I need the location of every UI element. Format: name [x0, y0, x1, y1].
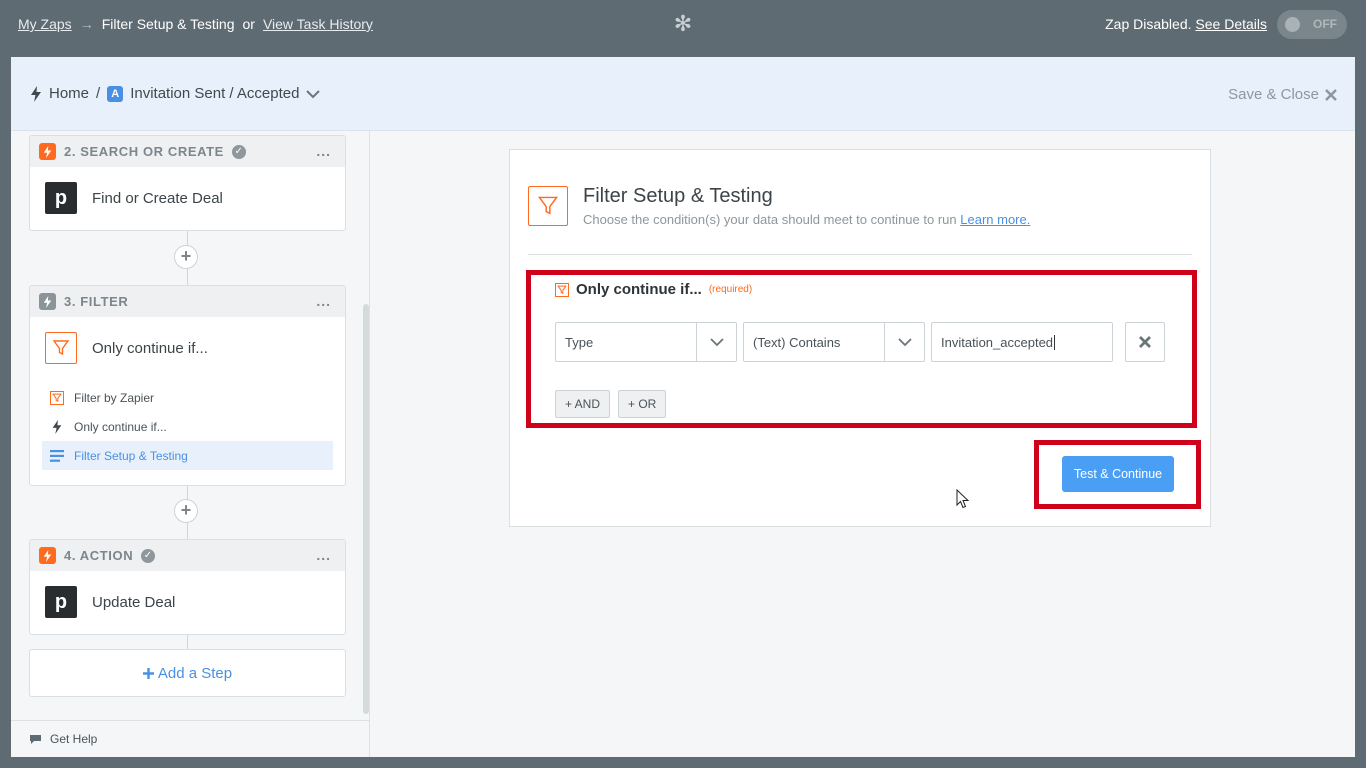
filter-condition-label: Only continue if... (required) [555, 281, 752, 298]
step-label: 4. ACTION [64, 548, 134, 563]
step-header: 4. ACTION ✓ ... [30, 540, 345, 571]
more-options-button[interactable]: ... [316, 547, 331, 563]
filter-funnel-icon [555, 282, 569, 297]
filter-setup-card: Filter Setup & Testing Choose the condit… [509, 149, 1211, 527]
step-label: 2. SEARCH OR CREATE [64, 144, 224, 159]
step-card-filter[interactable]: 3. FILTER ... Only continue if... Filter… [29, 285, 346, 486]
breadcrumb-arrow: → [79, 16, 94, 32]
substep-only-continue-if[interactable]: Only continue if... [42, 412, 333, 441]
get-help-button[interactable]: Get Help [11, 720, 369, 757]
field-select-value: Type [565, 334, 594, 350]
step-label: 3. FILTER [64, 294, 129, 309]
my-zaps-link[interactable]: My Zaps [18, 16, 72, 32]
page-title: Filter Setup & Testing [583, 185, 773, 207]
value-input-text: Invitation_accepted [941, 334, 1054, 350]
task-history-link[interactable]: View Task History [263, 16, 373, 32]
add-step-button[interactable]: Add a Step [29, 649, 346, 697]
add-step-plus-button[interactable]: + [174, 499, 198, 523]
test-continue-button[interactable]: Test & Continue [1062, 456, 1174, 492]
step-title: Find or Create Deal [92, 189, 223, 207]
step-body: p Update Deal [30, 571, 345, 633]
list-lines-icon [50, 449, 64, 462]
zap-name[interactable]: Invitation Sent / Accepted [130, 85, 299, 102]
subtitle-text: Choose the condition(s) your data should… [583, 212, 957, 227]
zap-status: Zap Disabled. See Details [1105, 16, 1267, 32]
bolt-icon [31, 85, 41, 102]
step-body: p Find or Create Deal [30, 167, 345, 229]
save-close-label: Save & Close [1228, 86, 1319, 103]
check-icon: ✓ [141, 548, 156, 563]
step-substeps: Filter by Zapier Only continue if... Fil… [30, 379, 345, 482]
bolt-icon [39, 547, 56, 564]
operator-select[interactable]: (Text) Contains [743, 322, 925, 362]
pipedrive-logo-icon: p [45, 586, 77, 618]
check-icon: ✓ [231, 144, 246, 159]
step-header: 3. FILTER ... [30, 286, 345, 317]
sidebar-scrollbar[interactable] [363, 304, 369, 714]
filter-label-text: Only continue if... [576, 281, 702, 298]
chevron-down-icon [696, 323, 736, 361]
step-card-action[interactable]: 4. ACTION ✓ ... p Update Deal [29, 539, 346, 635]
toggle-label: OFF [1313, 17, 1337, 31]
substep-label: Filter Setup & Testing [74, 448, 188, 463]
chevron-down-icon[interactable] [306, 89, 321, 99]
operator-select-value: (Text) Contains [753, 334, 841, 350]
step-card-search-or-create[interactable]: 2. SEARCH OR CREATE ✓ ... p Find or Crea… [29, 135, 346, 231]
substep-label: Only continue if... [74, 419, 167, 434]
breadcrumb-separator: / [96, 85, 101, 102]
substep-filter-by-zapier[interactable]: Filter by Zapier [42, 383, 333, 412]
mouse-cursor-icon [956, 489, 970, 509]
substep-label: Filter by Zapier [74, 390, 155, 405]
and-button[interactable]: + AND [555, 390, 611, 418]
or-text: or [242, 16, 255, 32]
divider [528, 254, 1192, 255]
add-step-label: Add a Step [157, 664, 233, 682]
bolt-icon [52, 419, 62, 434]
zap-status-text: Zap Disabled. [1105, 16, 1192, 32]
page-subtitle: Choose the condition(s) your data should… [583, 212, 1030, 227]
save-close-button[interactable]: Save & Close [1228, 86, 1337, 103]
required-badge: (required) [708, 284, 753, 295]
step-title: Update Deal [92, 593, 176, 611]
editor-breadcrumb: Home / A Invitation Sent / Accepted [30, 85, 321, 102]
breadcrumb: My Zaps → Filter Setup & Testing or View… [18, 16, 373, 32]
filter-funnel-icon [528, 186, 568, 226]
close-icon [1139, 336, 1151, 348]
more-options-button[interactable]: ... [316, 293, 331, 309]
see-details-link[interactable]: See Details [1195, 16, 1267, 32]
value-input[interactable]: Invitation_accepted [931, 322, 1113, 362]
zap-on-off-toggle[interactable]: OFF [1277, 10, 1347, 39]
remove-condition-button[interactable] [1125, 322, 1165, 362]
plus-icon [142, 667, 154, 679]
steps-sidebar: 2. SEARCH OR CREATE ✓ ... p Find or Crea… [11, 131, 370, 757]
learn-more-link[interactable]: Learn more. [960, 212, 1030, 227]
get-help-label: Get Help [50, 732, 98, 746]
toggle-knob [1285, 17, 1300, 32]
editor-header: Home / A Invitation Sent / Accepted Save… [11, 57, 1355, 131]
field-select[interactable]: Type [555, 322, 737, 362]
step-body: Only continue if... [30, 317, 345, 379]
app-badge-icon: A [107, 85, 124, 102]
filter-funnel-icon [45, 332, 77, 364]
chat-bubble-icon [30, 734, 41, 744]
current-page-label: Filter Setup & Testing [101, 16, 235, 32]
bolt-icon [39, 143, 56, 160]
text-caret [1054, 334, 1056, 350]
zapier-logo-icon: ✻ [673, 11, 693, 36]
top-bar: My Zaps → Filter Setup & Testing or View… [0, 0, 1366, 49]
editor-panel: Home / A Invitation Sent / Accepted Save… [11, 57, 1355, 757]
chevron-down-icon [884, 323, 924, 361]
bolt-icon [39, 293, 56, 310]
step-title: Only continue if... [92, 339, 208, 357]
add-step-plus-button[interactable]: + [174, 245, 198, 269]
substep-filter-setup-testing[interactable]: Filter Setup & Testing [42, 441, 333, 470]
close-icon [1325, 88, 1337, 101]
or-button[interactable]: + OR [618, 390, 667, 418]
pipedrive-logo-icon: p [45, 182, 77, 214]
filter-funnel-icon [50, 390, 64, 405]
more-options-button[interactable]: ... [316, 143, 331, 159]
step-header: 2. SEARCH OR CREATE ✓ ... [30, 136, 345, 167]
home-link[interactable]: Home [49, 85, 89, 102]
